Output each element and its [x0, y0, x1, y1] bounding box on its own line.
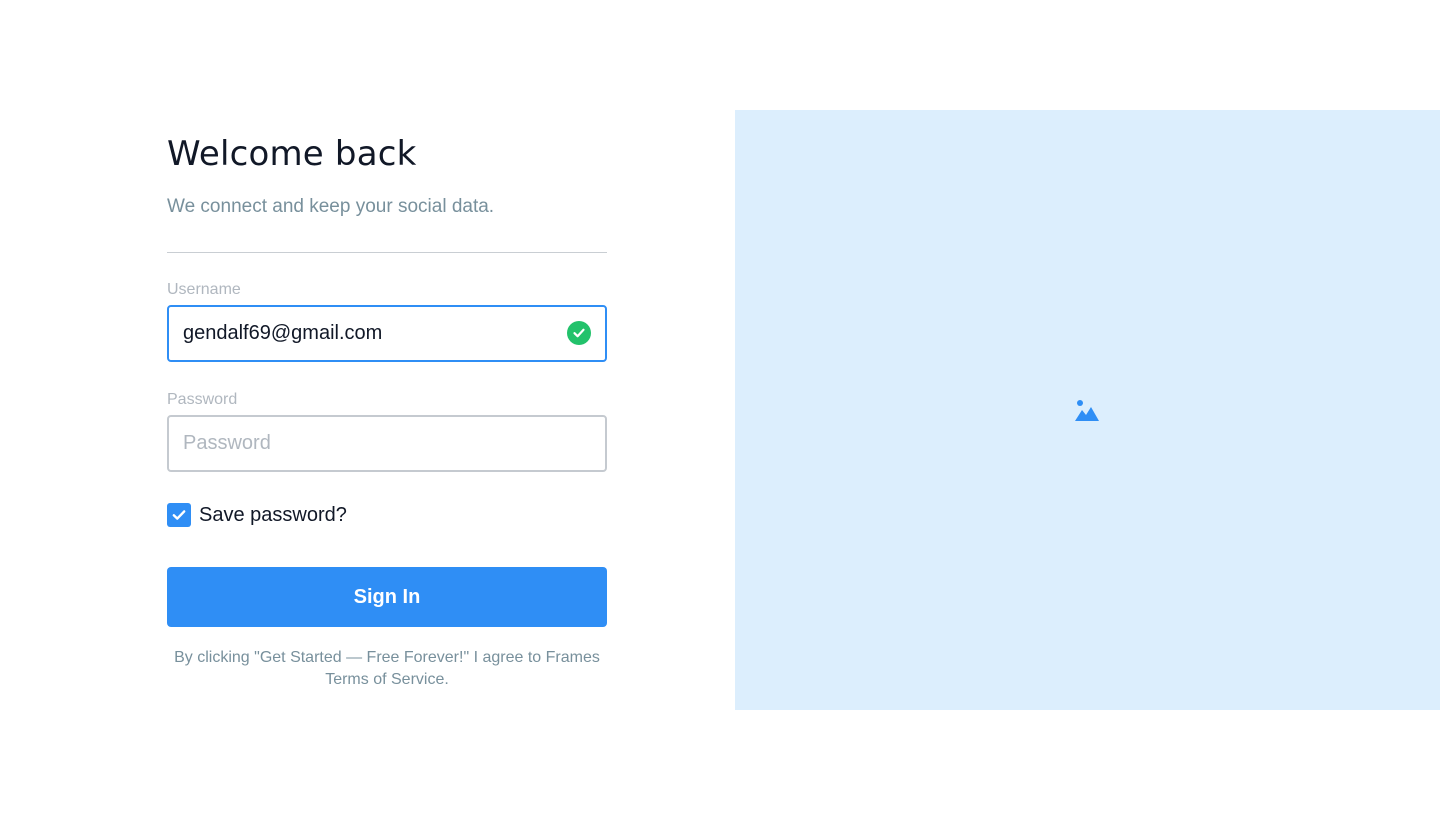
username-label: Username — [167, 281, 241, 298]
terms-text: By clicking "Get Started — Free Forever!… — [167, 647, 607, 691]
password-input[interactable] — [169, 417, 605, 470]
checkmark-circle-icon — [567, 321, 591, 345]
terms-line-1: By clicking "Get Started — Free Forever!… — [174, 649, 600, 666]
page-title: Welcome back — [167, 134, 417, 174]
image-placeholder-icon — [1075, 400, 1099, 421]
sign-in-button[interactable]: Sign In — [167, 567, 607, 627]
save-password-row[interactable]: Save password? — [167, 503, 347, 527]
username-input[interactable] — [169, 307, 605, 360]
terms-line-2[interactable]: Terms of Service. — [167, 669, 607, 691]
password-field — [167, 415, 607, 472]
checkmark-icon — [172, 510, 186, 520]
divider — [167, 252, 607, 253]
image-panel — [735, 110, 1440, 710]
save-password-label[interactable]: Save password? — [199, 504, 347, 527]
save-password-checkbox[interactable] — [167, 503, 191, 527]
username-field — [167, 305, 607, 362]
password-label: Password — [167, 391, 238, 408]
page-subtitle: We connect and keep your social data. — [167, 196, 495, 217]
login-page: Welcome back We connect and keep your so… — [0, 0, 1440, 820]
